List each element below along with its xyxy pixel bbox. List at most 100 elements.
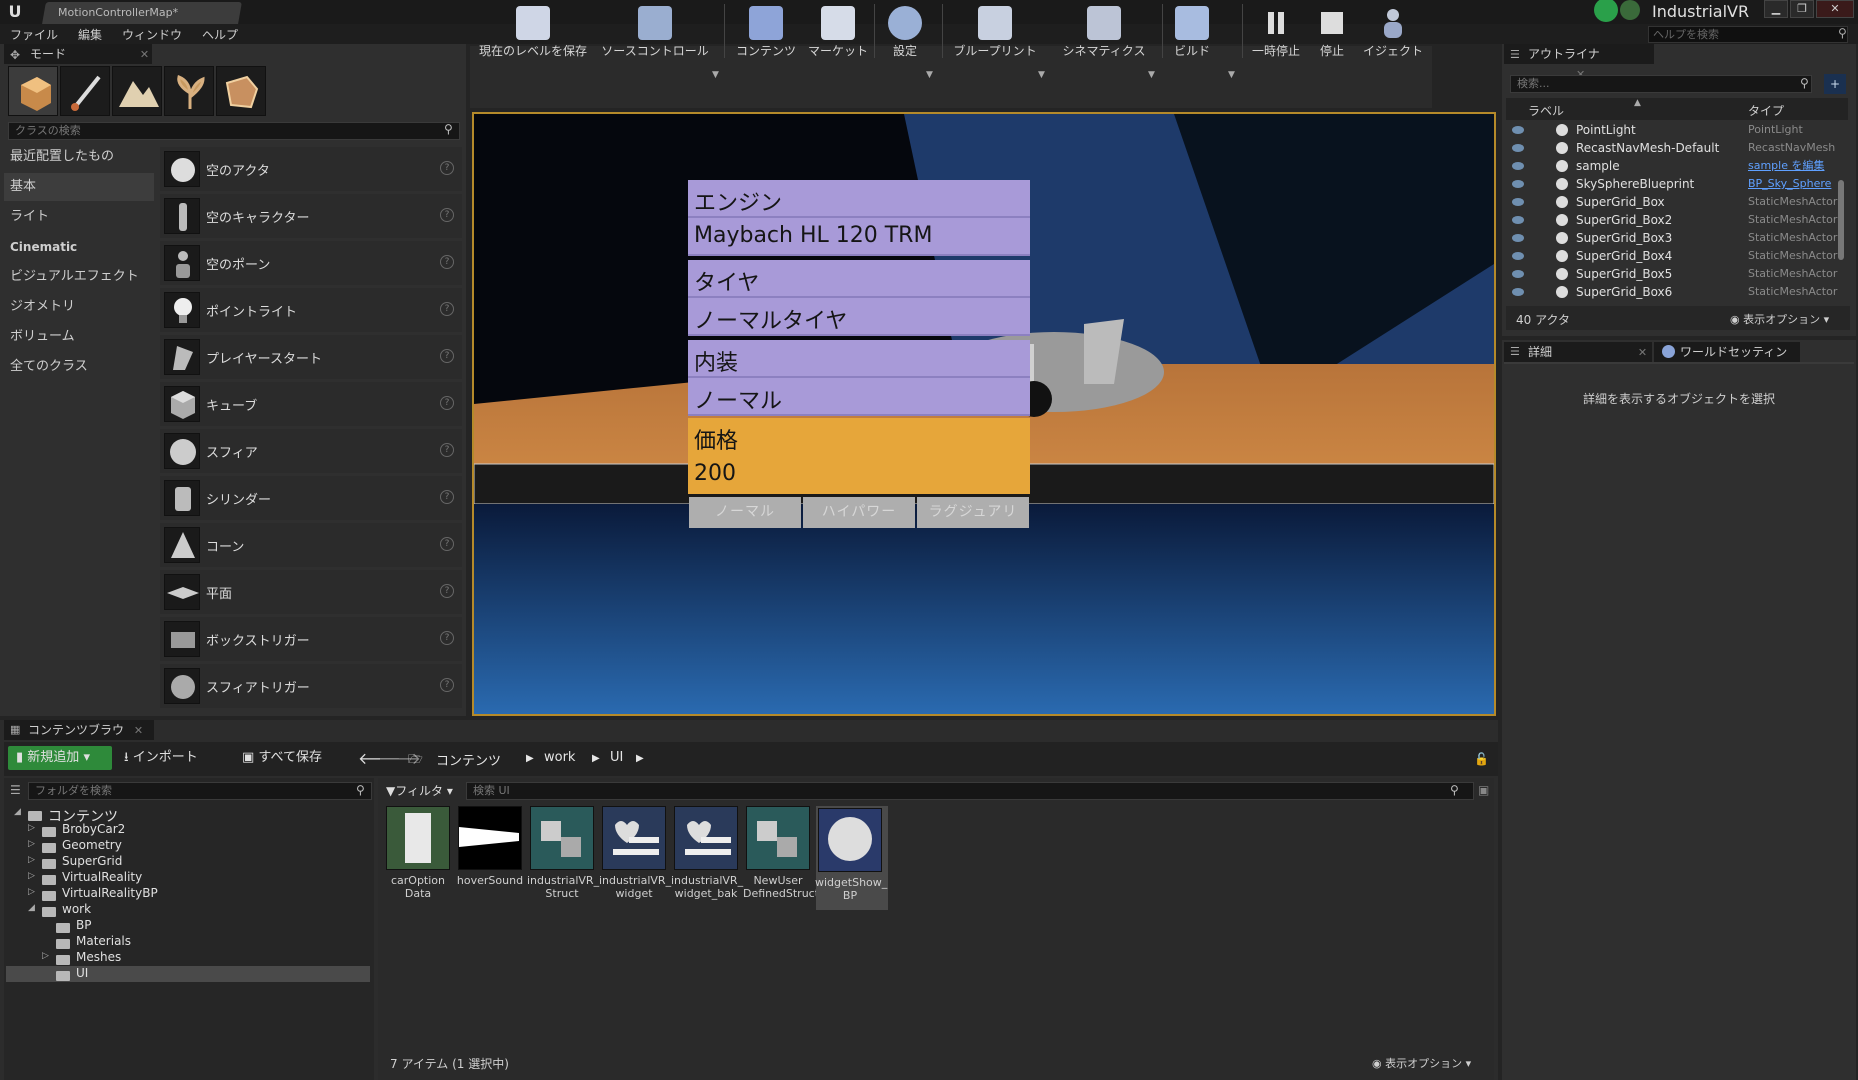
mode-landscape-button[interactable]	[112, 66, 162, 116]
content-button[interactable]: コンテンツ	[730, 0, 802, 62]
help-icon[interactable]: ?	[440, 537, 454, 551]
outliner-row-type[interactable]: BP_Sky_Sphere	[1748, 175, 1831, 193]
asset-newuser-definedstruct[interactable]: NewUser DefinedStruct	[743, 806, 819, 910]
outliner-row-type[interactable]: sample を編集	[1748, 157, 1825, 175]
actor-point-light[interactable]: ポイントライト?	[160, 288, 462, 332]
help-icon[interactable]: ?	[440, 490, 454, 504]
visibility-eye-icon[interactable]	[1512, 180, 1524, 188]
tree-expander-icon[interactable]: ▷	[28, 839, 35, 849]
outliner-row[interactable]: SuperGrid_Box2 StaticMeshActor	[1508, 211, 1848, 229]
category-cinematic[interactable]: Cinematic	[4, 233, 154, 261]
outliner-row[interactable]: SuperGrid_Box5 StaticMeshActor	[1508, 265, 1848, 283]
category-basic[interactable]: 基本	[4, 173, 154, 201]
actor-cone[interactable]: コーン?	[160, 523, 462, 567]
tree-expander-icon[interactable]: ▷	[28, 871, 35, 881]
folder-tree-item[interactable]: BP	[6, 918, 370, 934]
help-icon[interactable]: ?	[440, 678, 454, 692]
visibility-eye-icon[interactable]	[1512, 288, 1524, 296]
label-column-header[interactable]: ラベル	[1528, 102, 1564, 119]
chevron-down-icon[interactable]: ▼	[712, 70, 719, 80]
help-icon[interactable]: ?	[440, 161, 454, 175]
asset-caroption-data[interactable]: carOption Data	[386, 806, 452, 910]
folder-tree-item[interactable]: ▷ Geometry	[6, 838, 370, 854]
help-icon[interactable]: ?	[440, 255, 454, 269]
breadcrumb-content[interactable]: コンテンツ	[436, 750, 501, 769]
document-tab[interactable]: MotionControllerMap*	[42, 2, 242, 24]
actor-sphere-trigger[interactable]: スフィアトリガー?	[160, 664, 462, 708]
asset-industrialvr-struct[interactable]: industrialVR_ Struct	[527, 806, 599, 910]
visibility-eye-icon[interactable]	[1512, 198, 1524, 206]
chevron-down-icon[interactable]: ▼	[926, 70, 933, 80]
close-icon[interactable]: ✕	[140, 48, 149, 61]
lock-icon[interactable]: 🔓	[1474, 752, 1489, 766]
menu-window[interactable]: ウィンドウ	[122, 26, 182, 43]
class-search-input[interactable]: クラスの検索	[8, 122, 460, 140]
outliner-row[interactable]: SuperGrid_Box3 StaticMeshActor	[1508, 229, 1848, 247]
normal-option-button[interactable]: ノーマル	[689, 497, 801, 528]
visibility-eye-icon[interactable]	[1512, 270, 1524, 278]
close-button[interactable]: ✕	[1816, 0, 1854, 18]
folder-tree-item[interactable]: ▷ VirtualRealityBP	[6, 886, 370, 902]
save-level-button[interactable]: 現在のレベルを保存	[476, 0, 590, 62]
outliner-scrollbar[interactable]	[1838, 180, 1844, 260]
visibility-eye-icon[interactable]	[1512, 144, 1524, 152]
folder-tree-item[interactable]: ◢ コンテンツ	[6, 806, 370, 825]
type-column-header[interactable]: タイプ	[1748, 102, 1784, 119]
help-icon[interactable]: ?	[440, 584, 454, 598]
help-icon[interactable]: ?	[440, 302, 454, 316]
help-icon[interactable]: ?	[440, 396, 454, 410]
close-icon[interactable]: ✕	[1638, 346, 1647, 359]
tree-options-icon[interactable]: ☰	[10, 783, 21, 797]
help-icon[interactable]: ?	[440, 208, 454, 222]
high-power-option-button[interactable]: ハイパワー	[803, 497, 915, 528]
category-lights[interactable]: ライト	[4, 203, 154, 231]
source-control-button[interactable]: ソースコントロール	[596, 0, 714, 62]
help-icon[interactable]: ?	[440, 443, 454, 457]
cinematics-button[interactable]: シネマティクス	[1056, 0, 1152, 62]
chevron-down-icon[interactable]: ▼	[1148, 70, 1155, 80]
tree-expander-icon[interactable]: ◢	[28, 903, 35, 913]
folder-tree-item[interactable]: Materials	[6, 934, 370, 950]
actor-plane[interactable]: 平面?	[160, 570, 462, 614]
pause-button[interactable]: 一時停止	[1248, 0, 1304, 62]
outliner-tab[interactable]: アウトライナ ✕	[1504, 44, 1654, 81]
save-search-icon[interactable]: ▣	[1478, 783, 1489, 797]
visibility-eye-icon[interactable]	[1512, 234, 1524, 242]
folder-search-input[interactable]: フォルダを検索	[28, 782, 372, 800]
tree-expander-icon[interactable]: ◢	[14, 807, 21, 817]
asset-hoversound[interactable]: hoverSound	[457, 806, 524, 910]
outliner-search-input[interactable]: 検索...	[1510, 75, 1812, 93]
content-browser-tab[interactable]: コンテンツブラウ ✕	[4, 720, 154, 740]
import-button[interactable]: ⭳ インポート	[124, 746, 198, 770]
actor-player-start[interactable]: プレイヤースタート?	[160, 335, 462, 379]
outliner-row[interactable]: SuperGrid_Box6 StaticMeshActor	[1508, 283, 1848, 301]
outliner-row[interactable]: PointLight PointLight	[1508, 121, 1848, 139]
filter-button[interactable]: ▼フィルタ ▾	[386, 782, 453, 799]
breadcrumb-ui[interactable]: UI	[610, 750, 623, 765]
menu-edit[interactable]: 編集	[78, 26, 102, 43]
visibility-eye-icon[interactable]	[1512, 216, 1524, 224]
category-geometry[interactable]: ジオメトリ	[4, 293, 154, 321]
outliner-row[interactable]: sample sample を編集	[1508, 157, 1848, 175]
settings-button[interactable]: 設定	[880, 0, 930, 62]
folder-tree-item[interactable]: ▷ BrobyCar2	[6, 822, 370, 838]
restore-button[interactable]: ❐	[1790, 0, 1814, 18]
outliner-row[interactable]: SuperGrid_Box StaticMeshActor	[1508, 193, 1848, 211]
add-new-button[interactable]: ▮ 新規追加 ▾	[8, 746, 112, 770]
actor-empty-pawn[interactable]: 空のポーン?	[160, 241, 462, 285]
category-volumes[interactable]: ボリューム	[4, 323, 154, 351]
outliner-row[interactable]: SkySphereBlueprint BP_Sky_Sphere	[1508, 175, 1848, 193]
visibility-eye-icon[interactable]	[1512, 162, 1524, 170]
folder-tree-item[interactable]: ▷ SuperGrid	[6, 854, 370, 870]
actor-box-trigger[interactable]: ボックストリガー?	[160, 617, 462, 661]
asset-industrialvr-widget-bak[interactable]: industrialVR_ widget_bak	[671, 806, 743, 910]
chevron-down-icon[interactable]: ▼	[1038, 70, 1045, 80]
visibility-eye-icon[interactable]	[1512, 252, 1524, 260]
folder-tree-item[interactable]: ▷ Meshes	[6, 950, 370, 966]
asset-industrialvr-widget[interactable]: industrialVR_ widget	[599, 806, 671, 910]
category-visual-effects[interactable]: ビジュアルエフェクト	[4, 263, 154, 291]
world-settings-tab[interactable]: ワールドセッティン	[1654, 342, 1800, 362]
stop-button[interactable]: 停止	[1310, 0, 1354, 62]
actor-empty-actor[interactable]: 空のアクタ?	[160, 147, 462, 191]
build-button[interactable]: ビルド	[1168, 0, 1216, 62]
